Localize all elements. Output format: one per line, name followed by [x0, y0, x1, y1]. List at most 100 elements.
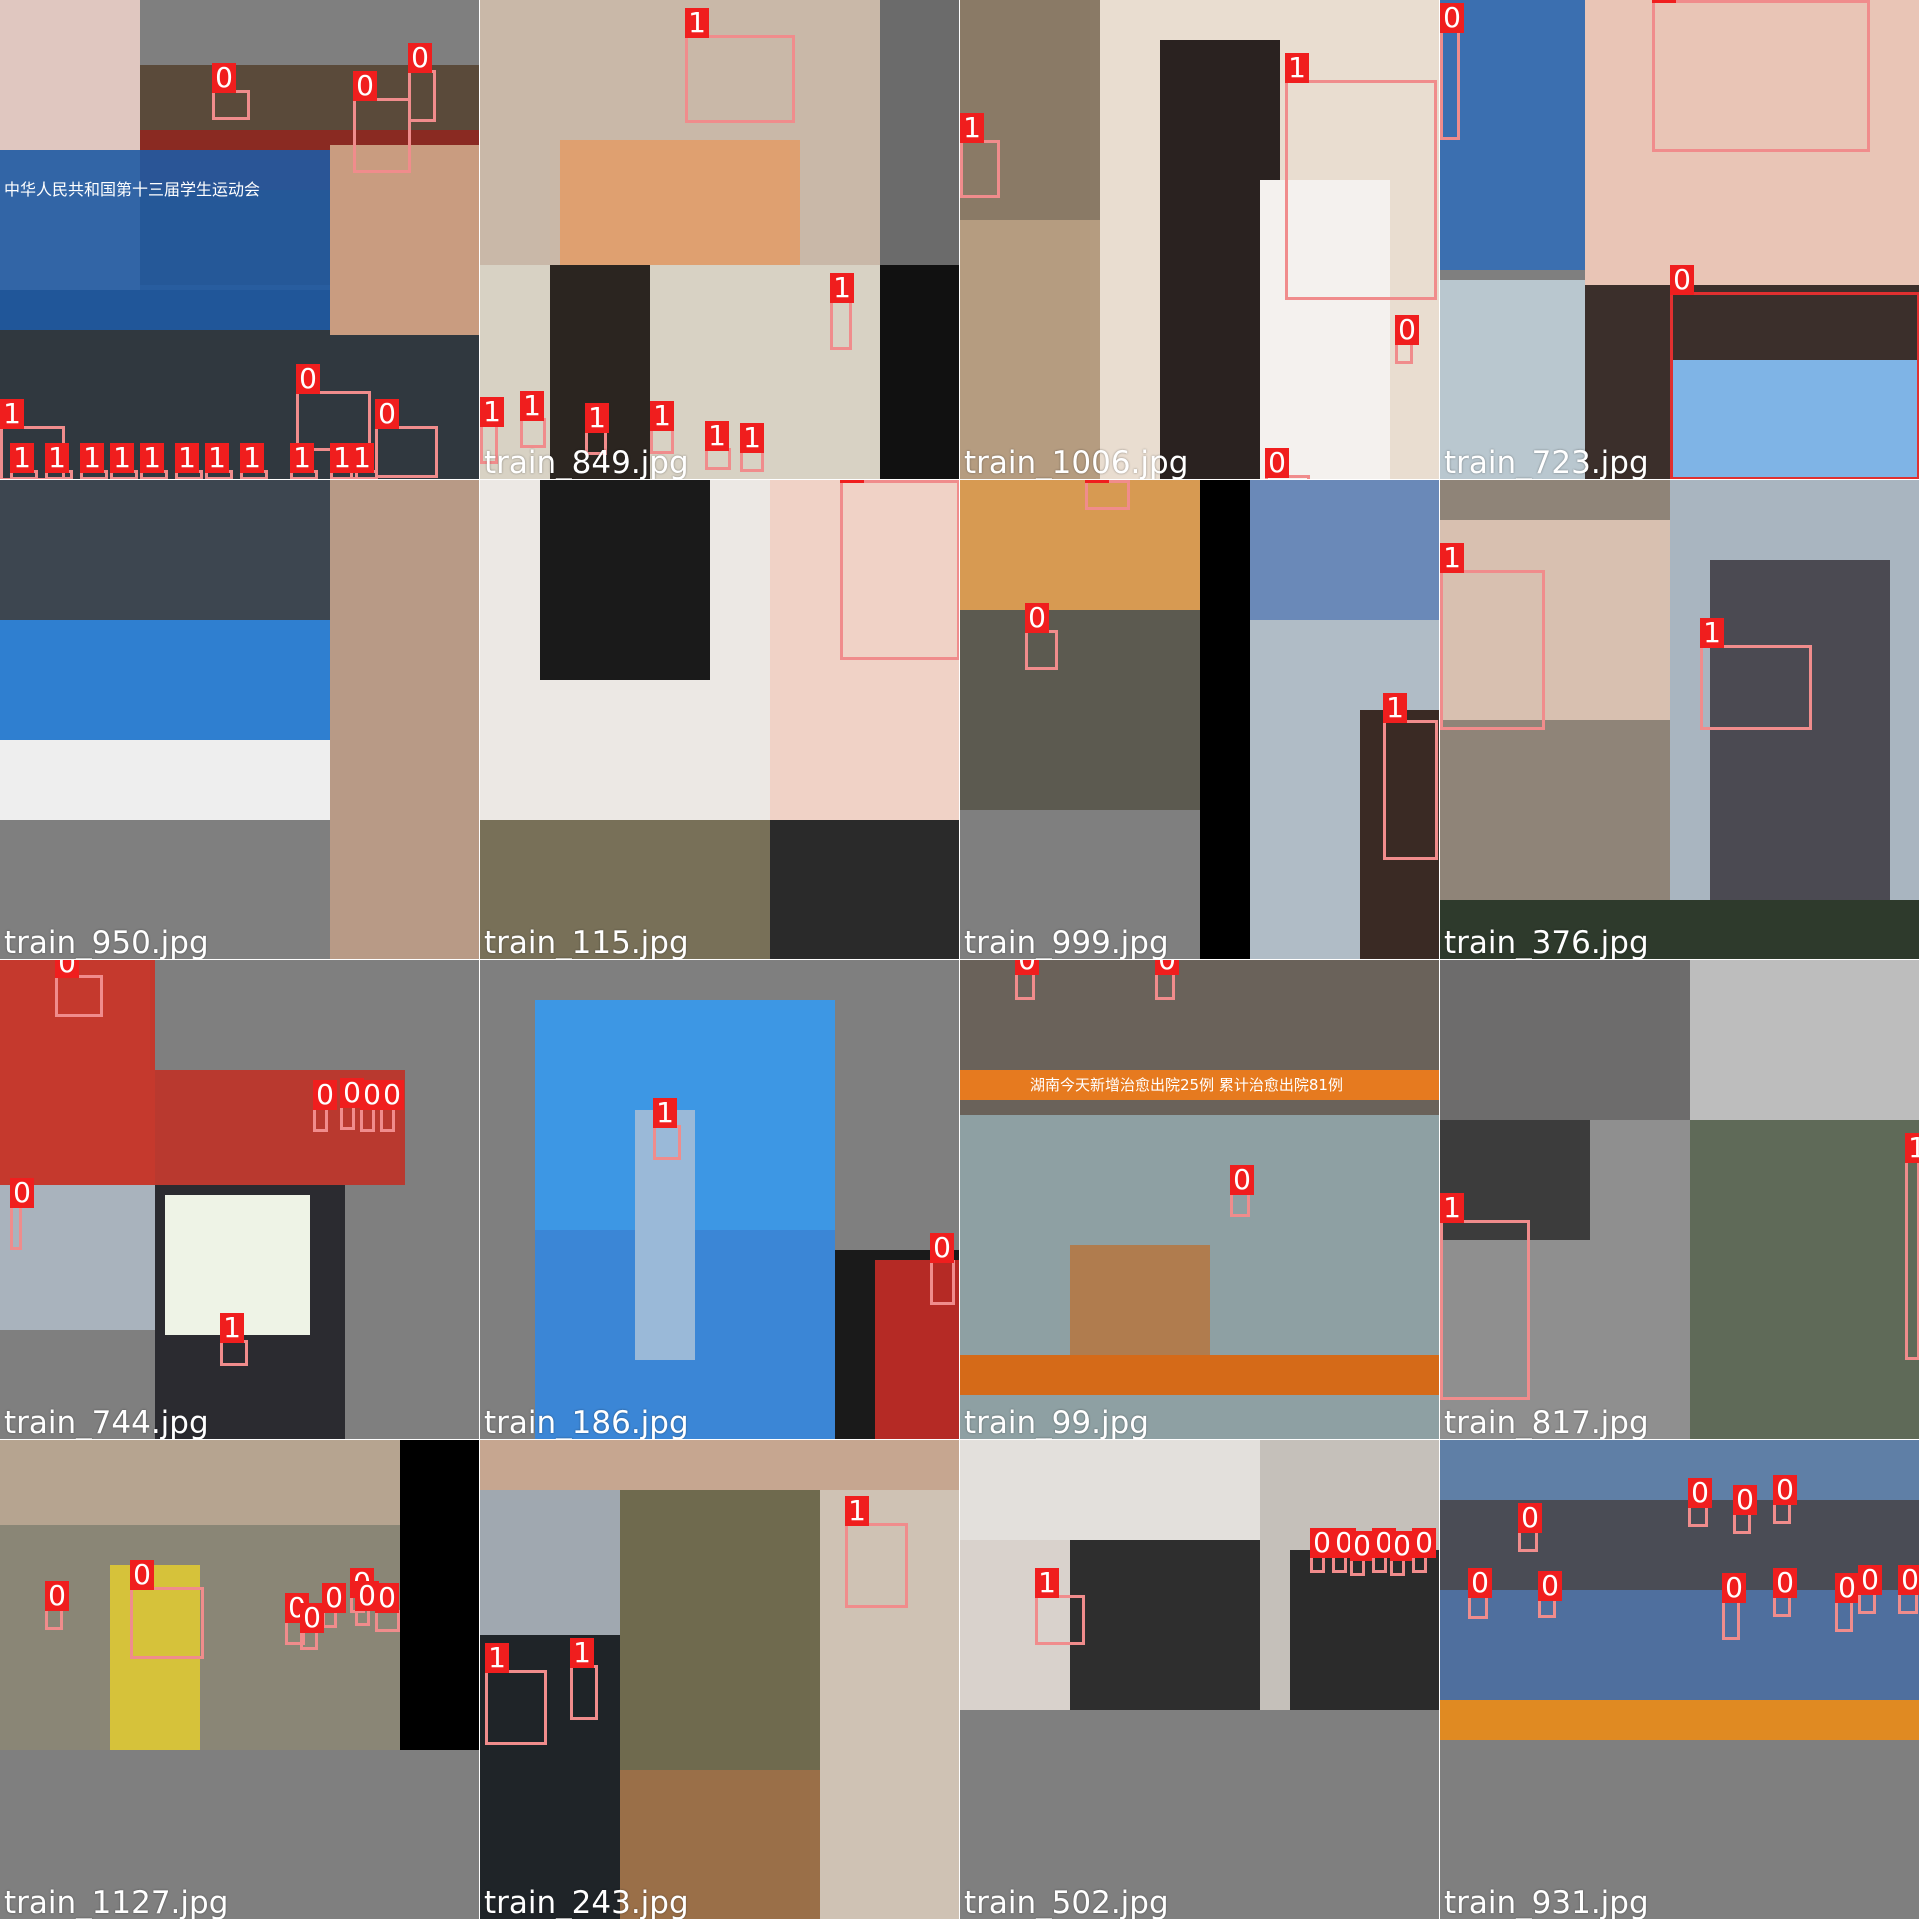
- tile-train-243: 1 1 1 train_243.jpg: [480, 1440, 960, 1920]
- bbox: 0: [45, 1581, 69, 1630]
- bbox: 0: [1230, 1165, 1254, 1217]
- bbox: 0: [322, 1583, 346, 1628]
- bbox: 0: [1858, 1565, 1882, 1614]
- tile-filename: train_1127.jpg: [4, 1885, 229, 1920]
- tile-train-115: 1 train_115.jpg: [480, 480, 960, 960]
- tile-train-376: 1 1 train_376.jpg: [1440, 480, 1920, 960]
- tile-train-99: 湖南今天新增治愈出院25例 累计治愈出院81例 0 0 0 train_99.j…: [960, 960, 1440, 1440]
- tile-train-849: 1 1 1 1 1 1 1 1 train_849.jpg: [480, 0, 960, 480]
- bbox: 0: [1898, 1565, 1919, 1614]
- bbox: 0: [212, 63, 250, 120]
- tile-filename: train_376.jpg: [1444, 925, 1649, 960]
- bbox: 1: [80, 443, 108, 479]
- bbox: 1: [1700, 618, 1812, 730]
- bbox: 1: [290, 443, 318, 479]
- tile-train-1127: 0 0 0 0 0 0 0 0 train_1127.jpg: [0, 1440, 480, 1920]
- training-batch-mosaic: 中华人民共和国第十三届学生运动会 0 0 0 0 0 1 1 1 1 1 1 1…: [0, 0, 1920, 1920]
- bbox: 0: [355, 1581, 379, 1626]
- bbox: 1: [840, 480, 959, 660]
- bbox: 1: [140, 443, 168, 479]
- bbox: 1: [845, 1496, 908, 1608]
- tile-train-186: 1 0 train_186.jpg: [480, 960, 960, 1440]
- bbox: 0: [55, 960, 103, 1017]
- tile-filename: train_115.jpg: [484, 925, 689, 960]
- bbox: 1: [45, 443, 73, 479]
- bbox: 1: [1652, 0, 1870, 152]
- bbox: 0: [1733, 1485, 1757, 1534]
- bbox: 0: [353, 71, 411, 173]
- tile-train-502: 1 0 0 0 0 0 0 train_502.jpg: [960, 1440, 1440, 1920]
- bbox: 0: [300, 1603, 324, 1650]
- tile-train-950-lower: train_950.jpg: [0, 480, 480, 960]
- bbox: 0: [360, 1080, 384, 1132]
- tile-filename: train_999.jpg: [964, 925, 1169, 960]
- bbox: 0: [1773, 1568, 1797, 1617]
- bbox: 0: [408, 43, 436, 122]
- bbox: 1: [1285, 53, 1437, 300]
- tile-filename: train_849.jpg: [484, 445, 689, 480]
- tile-filename: train_723.jpg: [1444, 445, 1649, 480]
- bbox: 0: [375, 1583, 400, 1632]
- bbox: 0: [1015, 960, 1039, 1000]
- bbox: 0: [1155, 960, 1179, 1000]
- tile-train-817: 1 1 train_817.jpg: [1440, 960, 1920, 1440]
- news-caption: 湖南今天新增治愈出院25例 累计治愈出院81例: [1030, 1076, 1343, 1094]
- bbox: 1: [485, 1643, 547, 1745]
- bbox: 1: [205, 443, 233, 479]
- bbox: 0: [1332, 1528, 1356, 1573]
- bbox: 0: [1440, 3, 1464, 140]
- bbox: 0: [1773, 1475, 1797, 1524]
- bbox: 0: [130, 1560, 204, 1659]
- bbox: 0: [1518, 1503, 1542, 1552]
- bbox: 1: [220, 1313, 248, 1366]
- tile-train-999: 0 0 1 train_999.jpg: [960, 480, 1440, 960]
- bbox: 0: [313, 1080, 337, 1132]
- bbox: 0: [10, 1178, 34, 1250]
- bbox: 0: [1688, 1478, 1712, 1527]
- tile-train-950: 中华人民共和国第十三届学生运动会 0 0 0 0 0 1 1 1 1 1 1 1…: [0, 0, 480, 480]
- tile-filename: train_817.jpg: [1444, 1405, 1649, 1440]
- bbox: 1: [685, 8, 795, 123]
- banner-caption: 中华人民共和国第十三届学生运动会: [4, 180, 261, 199]
- bbox: 1: [10, 443, 38, 479]
- bbox: 1: [1440, 543, 1545, 730]
- tile-filename: train_1006.jpg: [964, 445, 1189, 480]
- tile-filename: train_950.jpg: [4, 925, 209, 960]
- tile-filename: train_243.jpg: [484, 1885, 689, 1920]
- tile-train-1006: 1 1 0 0 train_1006.jpg: [960, 0, 1440, 480]
- tile-filename: train_744.jpg: [4, 1405, 209, 1440]
- bbox: 0: [1372, 1528, 1396, 1573]
- bbox: 1: [653, 1098, 681, 1160]
- bbox: 0: [1085, 480, 1130, 510]
- bbox: 1: [240, 443, 268, 479]
- bbox: 1: [740, 423, 764, 472]
- bbox: 0: [380, 1080, 404, 1132]
- bbox: 1: [175, 443, 203, 479]
- bbox: 0: [1670, 265, 1919, 479]
- bbox: 1: [350, 443, 378, 479]
- bbox: 0: [1538, 1571, 1562, 1618]
- bbox: 0: [1310, 1528, 1334, 1573]
- bbox: 0: [375, 399, 438, 478]
- bbox: 0: [1025, 603, 1058, 670]
- bbox: 0: [1468, 1568, 1492, 1619]
- bbox: 0: [1412, 1528, 1436, 1573]
- bbox: 1: [570, 1638, 598, 1720]
- bbox: 1: [1440, 1193, 1530, 1400]
- bbox: 0: [1395, 315, 1419, 364]
- tile-train-744: 0 0 0 0 0 0 1 train_744.jpg: [0, 960, 480, 1440]
- tile-filename: train_186.jpg: [484, 1405, 689, 1440]
- bbox: 1: [705, 421, 731, 470]
- tile-filename: train_502.jpg: [964, 1885, 1169, 1920]
- tile-filename: train_99.jpg: [964, 1405, 1149, 1440]
- tile-train-723: 0 1 0 train_723.jpg: [1440, 0, 1920, 480]
- bbox: 1: [1383, 693, 1438, 860]
- bbox: 1: [830, 273, 854, 350]
- bbox: 0: [1350, 1531, 1374, 1576]
- bbox: 0: [930, 1233, 955, 1305]
- bbox: 0: [1835, 1573, 1859, 1632]
- bbox: 1: [960, 113, 1000, 198]
- tile-train-931: 0 0 0 0 0 0 0 0 0 0 0 train_931.jpg: [1440, 1440, 1920, 1920]
- bbox: 1: [1905, 1133, 1919, 1360]
- tile-filename: train_931.jpg: [1444, 1885, 1649, 1920]
